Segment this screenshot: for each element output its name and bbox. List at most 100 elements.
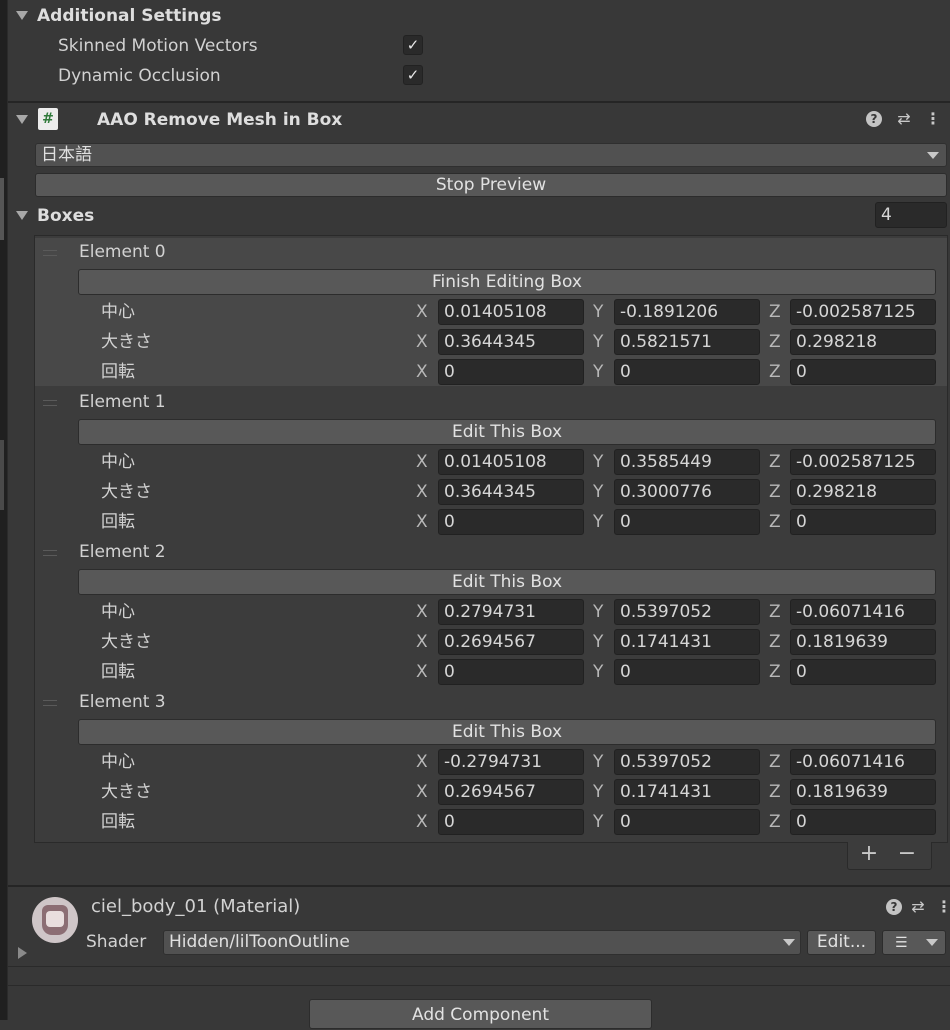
z-axis-label[interactable]: Z xyxy=(769,301,781,323)
boxes-count-field[interactable]: 4 xyxy=(875,202,947,228)
center-z-field[interactable]: -0.002587125 xyxy=(790,299,936,325)
context-menu-icon[interactable]: ⋮ xyxy=(925,109,941,129)
center-y-field[interactable]: -0.1891206 xyxy=(614,299,760,325)
x-axis-label[interactable]: X xyxy=(416,451,428,473)
x-axis-label[interactable]: X xyxy=(416,481,428,503)
x-axis-label[interactable]: X xyxy=(416,631,428,653)
material-help-icon[interactable]: ? xyxy=(886,899,902,915)
center-x-field[interactable]: 0.2794731 xyxy=(438,599,584,625)
edit-this-box-button[interactable]: Edit This Box xyxy=(78,419,936,445)
x-axis-label[interactable]: X xyxy=(416,781,428,803)
size-y-field[interactable]: 0.3000776 xyxy=(614,479,760,505)
z-axis-label[interactable]: Z xyxy=(769,481,781,503)
rotation-x-field[interactable]: 0 xyxy=(438,509,584,535)
drag-handle-icon[interactable] xyxy=(43,700,57,706)
size-x-field[interactable]: 0.2694567 xyxy=(438,629,584,655)
rotation-x-field[interactable]: 0 xyxy=(438,359,584,385)
y-axis-label[interactable]: Y xyxy=(593,331,603,353)
rotation-y-field[interactable]: 0 xyxy=(614,659,760,685)
center-z-field[interactable]: -0.002587125 xyxy=(790,449,936,475)
additional-settings-header[interactable]: Additional Settings xyxy=(37,5,222,27)
element-label[interactable]: Element 3 xyxy=(79,691,166,713)
drag-handle-icon[interactable] xyxy=(43,400,57,406)
drag-handle-icon[interactable] xyxy=(43,550,57,556)
center-x-field[interactable]: 0.01405108 xyxy=(438,449,584,475)
z-axis-label[interactable]: Z xyxy=(769,511,781,533)
size-x-field[interactable]: 0.2694567 xyxy=(438,779,584,805)
y-axis-label[interactable]: Y xyxy=(593,511,603,533)
y-axis-label[interactable]: Y xyxy=(593,361,603,383)
z-axis-label[interactable]: Z xyxy=(769,661,781,683)
y-axis-label[interactable]: Y xyxy=(593,751,603,773)
center-z-field[interactable]: -0.06071416 xyxy=(790,599,936,625)
drag-handle-icon[interactable] xyxy=(43,250,57,256)
element-label[interactable]: Element 1 xyxy=(79,391,166,413)
y-axis-label[interactable]: Y xyxy=(593,631,603,653)
size-z-field[interactable]: 0.1819639 xyxy=(790,629,936,655)
size-y-field[interactable]: 0.5821571 xyxy=(614,329,760,355)
rotation-z-field[interactable]: 0 xyxy=(790,659,936,685)
rotation-z-field[interactable]: 0 xyxy=(790,509,936,535)
material-foldout-arrow-icon[interactable] xyxy=(18,947,27,959)
y-axis-label[interactable]: Y xyxy=(593,451,603,473)
skinned-motion-vectors-checkbox[interactable]: ✓ xyxy=(403,35,423,55)
center-x-field[interactable]: -0.2794731 xyxy=(438,749,584,775)
x-axis-label[interactable]: X xyxy=(416,361,428,383)
rotation-y-field[interactable]: 0 xyxy=(614,509,760,535)
center-z-field[interactable]: -0.06071416 xyxy=(790,749,936,775)
x-axis-label[interactable]: X xyxy=(416,511,428,533)
center-y-field[interactable]: 0.5397052 xyxy=(614,599,760,625)
rotation-x-field[interactable]: 0 xyxy=(438,809,584,835)
size-x-field[interactable]: 0.3644345 xyxy=(438,479,584,505)
center-y-field[interactable]: 0.5397052 xyxy=(614,749,760,775)
rotation-z-field[interactable]: 0 xyxy=(790,809,936,835)
z-axis-label[interactable]: Z xyxy=(769,451,781,473)
boxes-foldout-arrow-icon[interactable] xyxy=(16,211,28,220)
help-icon[interactable]: ? xyxy=(866,111,882,127)
finish-editing-box-button[interactable]: Finish Editing Box xyxy=(78,269,936,295)
y-axis-label[interactable]: Y xyxy=(593,811,603,833)
left-dock-splitter[interactable] xyxy=(0,440,4,510)
stop-preview-button[interactable]: Stop Preview xyxy=(35,173,947,197)
x-axis-label[interactable]: X xyxy=(416,661,428,683)
z-axis-label[interactable]: Z xyxy=(769,601,781,623)
rotation-y-field[interactable]: 0 xyxy=(614,359,760,385)
rotation-x-field[interactable]: 0 xyxy=(438,659,584,685)
y-axis-label[interactable]: Y xyxy=(593,481,603,503)
size-y-field[interactable]: 0.1741431 xyxy=(614,629,760,655)
center-x-field[interactable]: 0.01405108 xyxy=(438,299,584,325)
z-axis-label[interactable]: Z xyxy=(769,361,781,383)
presets-icon[interactable]: ⇄ xyxy=(894,109,914,129)
left-dock-tab[interactable] xyxy=(0,178,4,240)
z-axis-label[interactable]: Z xyxy=(769,631,781,653)
edit-this-box-button[interactable]: Edit This Box xyxy=(78,569,936,595)
size-z-field[interactable]: 0.298218 xyxy=(790,479,936,505)
x-axis-label[interactable]: X xyxy=(416,301,428,323)
shader-dropdown[interactable]: Hidden/lilToonOutline xyxy=(163,930,801,955)
x-axis-label[interactable]: X xyxy=(416,601,428,623)
z-axis-label[interactable]: Z xyxy=(769,811,781,833)
y-axis-label[interactable]: Y xyxy=(593,301,603,323)
rotation-y-field[interactable]: 0 xyxy=(614,809,760,835)
x-axis-label[interactable]: X xyxy=(416,751,428,773)
size-z-field[interactable]: 0.298218 xyxy=(790,329,936,355)
shader-edit-button[interactable]: Edit... xyxy=(807,930,876,955)
element-label[interactable]: Element 0 xyxy=(79,241,166,263)
material-presets-icon[interactable]: ⇄ xyxy=(908,897,928,917)
remove-element-button[interactable]: − xyxy=(896,843,918,865)
element-label[interactable]: Element 2 xyxy=(79,541,166,563)
rotation-z-field[interactable]: 0 xyxy=(790,359,936,385)
add-element-button[interactable]: + xyxy=(858,843,880,865)
dynamic-occlusion-checkbox[interactable]: ✓ xyxy=(403,65,423,85)
add-component-button[interactable]: Add Component xyxy=(309,999,652,1029)
edit-this-box-button[interactable]: Edit This Box xyxy=(78,719,936,745)
size-x-field[interactable]: 0.3644345 xyxy=(438,329,584,355)
boxes-label[interactable]: Boxes xyxy=(37,205,94,227)
size-z-field[interactable]: 0.1819639 xyxy=(790,779,936,805)
center-y-field[interactable]: 0.3585449 xyxy=(614,449,760,475)
y-axis-label[interactable]: Y xyxy=(593,661,603,683)
material-context-menu-icon[interactable]: ⋮ xyxy=(936,897,950,917)
x-axis-label[interactable]: X xyxy=(416,331,428,353)
language-dropdown[interactable]: 日本語 xyxy=(35,143,947,167)
y-axis-label[interactable]: Y xyxy=(593,781,603,803)
